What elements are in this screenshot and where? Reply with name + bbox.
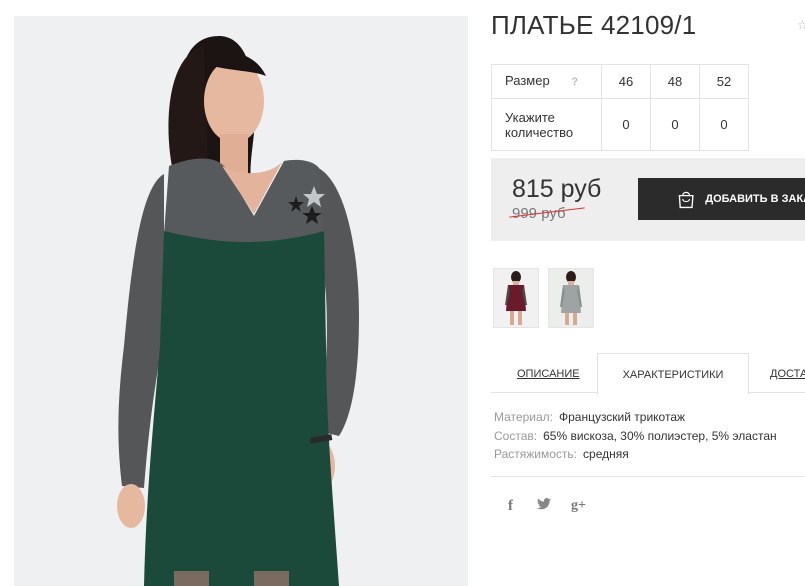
size-label-cell: Размер ? xyxy=(491,64,602,99)
add-to-order-label: ДОБАВИТЬ В ЗАКАЗ xyxy=(705,193,805,205)
product-title: ПЛАТЬЕ 42109/1 xyxy=(491,10,697,40)
add-to-order-button[interactable]: ДОБАВИТЬ В ЗАКАЗ xyxy=(638,178,805,220)
facebook-icon[interactable]: f xyxy=(508,498,513,515)
size-option[interactable]: 48 xyxy=(650,64,700,99)
main-product-photo[interactable] xyxy=(14,16,468,586)
quantity-label-line2: количество xyxy=(505,124,574,140)
quantity-input[interactable]: 0 xyxy=(650,98,700,151)
tab-characteristics[interactable]: ХАРАКТЕРИСТИКИ xyxy=(597,353,749,395)
divider xyxy=(491,476,805,477)
twitter-icon[interactable] xyxy=(537,498,551,513)
spec-key: Состав: xyxy=(494,428,538,443)
spec-key: Растяжимость: xyxy=(494,447,578,461)
price-box: 815 руб 999 руб ДОБАВИТЬ В ЗАКАЗ xyxy=(491,158,805,241)
tab-description[interactable]: ОПИСАНИЕ xyxy=(517,353,580,393)
size-option[interactable]: 52 xyxy=(699,64,749,99)
size-option[interactable]: 46 xyxy=(601,64,651,99)
current-price: 815 руб xyxy=(512,175,602,203)
shopping-bag-icon xyxy=(678,191,694,209)
spec-key: Материал: xyxy=(494,410,553,424)
size-quantity-table: Размер ? 46 48 52 Укажите количество 0 0… xyxy=(491,64,749,151)
spec-value: Французский трикотаж xyxy=(558,410,686,424)
size-label: Размер xyxy=(505,73,550,88)
spec-list: Материал: Французский трикотаж Состав: 65%… xyxy=(494,408,777,464)
product-tabs: ОПИСАНИЕ ХАРАКТЕРИСТИКИ ДОСТАВКА xyxy=(491,353,805,395)
googleplus-icon[interactable]: g+ xyxy=(571,498,586,514)
favorite-icon[interactable]: ☆ xyxy=(797,18,805,32)
quantity-input[interactable]: 0 xyxy=(699,98,749,151)
old-price: 999 руб xyxy=(509,205,585,222)
quantity-label-cell: Укажите количество xyxy=(491,98,602,151)
thumbnail-burgundy[interactable] xyxy=(493,268,539,328)
spec-value: 65% вискоза, 30% полиэстер, 5% эластан xyxy=(543,428,777,443)
quantity-input[interactable]: 0 xyxy=(601,98,651,151)
size-row: Размер ? 46 48 52 xyxy=(491,64,749,99)
thumbnail-grey[interactable] xyxy=(548,268,594,328)
help-icon[interactable]: ? xyxy=(571,76,578,88)
spec-row: Растяжимость: средняя xyxy=(494,445,777,464)
spec-row: Состав: 65% вискоза, 30% полиэстер, 5% эл… xyxy=(494,427,777,446)
spec-value: средняя xyxy=(583,447,629,461)
quantity-label-line1: Укажите xyxy=(505,109,555,125)
quantity-row: Укажите количество 0 0 0 xyxy=(491,98,749,151)
spec-row: Материал: Французский трикотаж xyxy=(494,408,777,427)
tab-delivery[interactable]: ДОСТАВКА xyxy=(770,353,805,393)
